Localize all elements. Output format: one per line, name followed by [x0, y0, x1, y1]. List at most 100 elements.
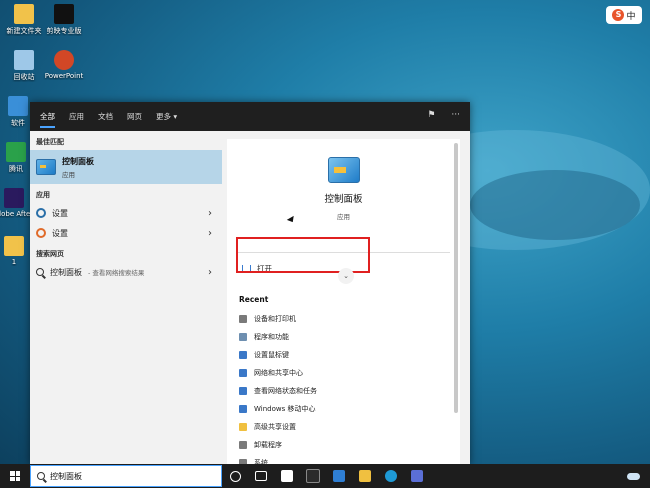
desktop-icon-recycle-bin[interactable]: 回收站	[2, 50, 46, 82]
onedrive-icon[interactable]	[627, 472, 640, 480]
recent-item[interactable]: 查看网络状态和任务	[227, 382, 460, 400]
folder-icon	[14, 4, 34, 24]
search-tabs: 全部 应用 文档 网页 更多 ▾ ⚑ ···	[30, 102, 470, 131]
search-icon	[36, 268, 44, 276]
settings-icon	[36, 228, 46, 238]
chevron-down-icon[interactable]: ⌄	[338, 268, 354, 284]
taskbar-mail[interactable]	[326, 464, 352, 488]
app-result-settings[interactable]: 设置 ›	[30, 203, 222, 223]
system-tray	[627, 472, 650, 480]
ime-mode-label: 中	[626, 11, 636, 22]
recent-item-label: 卸载程序	[254, 441, 282, 449]
recent-item[interactable]: 网络和共享中心	[227, 364, 460, 382]
uninstall-icon	[239, 441, 247, 449]
taskbar-store[interactable]	[274, 464, 300, 488]
taskbar-jianying[interactable]	[300, 464, 326, 488]
mail-icon	[333, 470, 345, 482]
recent-item-label: 设备和打印机	[254, 315, 296, 323]
tab-more[interactable]: 更多 ▾	[156, 103, 177, 130]
chevron-right-icon[interactable]: ›	[208, 267, 212, 278]
sogou-icon: S	[612, 9, 625, 21]
more-options-icon[interactable]: ···	[451, 110, 460, 120]
feedback-icon[interactable]: ⚑	[427, 110, 435, 120]
desktop-icon-powerpoint[interactable]: PowerPoint	[42, 50, 86, 80]
taskbar-explorer[interactable]	[352, 464, 378, 488]
powerpoint-icon	[54, 50, 74, 70]
web-result-label: 控制面板	[50, 267, 82, 277]
web-result-sub: - 查看网络搜索结果	[88, 269, 145, 277]
folder-icon	[4, 236, 24, 256]
search-icon	[37, 472, 45, 480]
tab-all[interactable]: 全部	[40, 103, 55, 130]
folder-icon	[359, 470, 371, 482]
open-icon	[242, 264, 251, 272]
desktop-icon-label: 剪映专业版	[46, 27, 82, 35]
search-input[interactable]: 控制面板	[50, 471, 82, 482]
recycle-bin-icon	[14, 50, 34, 70]
settings-icon	[36, 208, 46, 218]
recent-item-label: 设置鼠标键	[254, 351, 289, 359]
chevron-right-icon[interactable]: ›	[208, 228, 212, 239]
taskbar: 控制面板	[0, 464, 650, 488]
task-view-icon	[255, 471, 267, 481]
taskbar-search-box[interactable]: 控制面板	[30, 465, 222, 487]
recent-item[interactable]: Windows 移动中心	[227, 400, 460, 418]
tab-apps[interactable]: 应用	[69, 103, 84, 130]
taskbar-edge[interactable]	[378, 464, 404, 488]
software-icon	[8, 96, 28, 116]
cortana-button[interactable]	[222, 464, 248, 488]
best-match-item[interactable]: 控制面板 应用	[30, 150, 222, 184]
detail-pane: 控制面板 应用 打开 Recent 设备和打印机 程序和功能 设置鼠标键 网络和…	[227, 139, 460, 467]
detail-subtitle: 应用	[337, 213, 350, 221]
folder-icon	[239, 423, 247, 431]
desktop-icon-label: 回收站	[13, 73, 35, 81]
taskbar-app[interactable]	[404, 464, 430, 488]
chevron-right-icon[interactable]: ›	[208, 208, 212, 219]
recent-item[interactable]: 卸载程序	[227, 436, 460, 454]
recent-item[interactable]: 程序和功能	[227, 328, 460, 346]
app-result-label: 设置	[52, 228, 68, 238]
after-effects-icon	[4, 188, 24, 208]
desktop-icon-jianying[interactable]: 剪映专业版	[42, 4, 86, 36]
windows-logo-icon	[10, 471, 20, 481]
recent-item[interactable]: 高级共享设置	[227, 418, 460, 436]
tab-documents[interactable]: 文档	[98, 103, 113, 130]
recent-item-label: 高级共享设置	[254, 423, 296, 431]
cortana-icon	[229, 470, 241, 482]
tab-web[interactable]: 网页	[127, 103, 142, 130]
app-result-settings-2[interactable]: 设置 ›	[30, 223, 222, 243]
start-search-panel: 全部 应用 文档 网页 更多 ▾ ⚑ ··· 最佳匹配 控制面板 应用 应用 设…	[30, 102, 470, 467]
recent-item-label: Windows 移动中心	[254, 405, 316, 413]
best-match-heading: 最佳匹配	[36, 138, 64, 146]
programs-icon	[239, 333, 247, 341]
ease-of-access-icon	[239, 351, 247, 359]
results-list: 最佳匹配 控制面板 应用 应用 设置 › 设置 › 搜索网页 控制面板 - 查看…	[30, 131, 222, 465]
control-panel-icon	[327, 157, 360, 183]
web-heading: 搜索网页	[36, 250, 64, 258]
jianying-icon	[54, 4, 74, 24]
desktop-icon-new-folder[interactable]: 新建文件夹	[2, 4, 46, 36]
web-result[interactable]: 控制面板 - 查看网络搜索结果 ›	[30, 262, 222, 282]
apps-heading: 应用	[36, 191, 50, 199]
recent-item[interactable]: 设置鼠标键	[227, 346, 460, 364]
store-icon	[281, 470, 293, 482]
mobility-center-icon	[239, 405, 247, 413]
task-view-button[interactable]	[248, 464, 274, 488]
ime-indicator[interactable]: S 中	[606, 6, 642, 24]
recent-item[interactable]: 设备和打印机	[227, 310, 460, 328]
jianying-icon	[306, 469, 320, 483]
recent-item-label: 网络和共享中心	[254, 369, 303, 377]
app-icon	[411, 470, 423, 482]
best-match-type: 应用	[62, 170, 75, 179]
recent-heading: Recent	[239, 295, 269, 304]
network-icon	[239, 387, 247, 395]
edge-icon	[385, 470, 397, 482]
control-panel-icon	[36, 159, 56, 175]
desktop-icon-label: 新建文件夹	[6, 27, 42, 35]
desktop-icon-label: PowerPoint	[44, 72, 84, 80]
start-button[interactable]	[0, 464, 30, 488]
printer-icon	[239, 315, 247, 323]
app-result-label: 设置	[52, 208, 68, 218]
detail-title: 控制面板	[324, 194, 363, 205]
tencent-icon	[6, 142, 26, 162]
